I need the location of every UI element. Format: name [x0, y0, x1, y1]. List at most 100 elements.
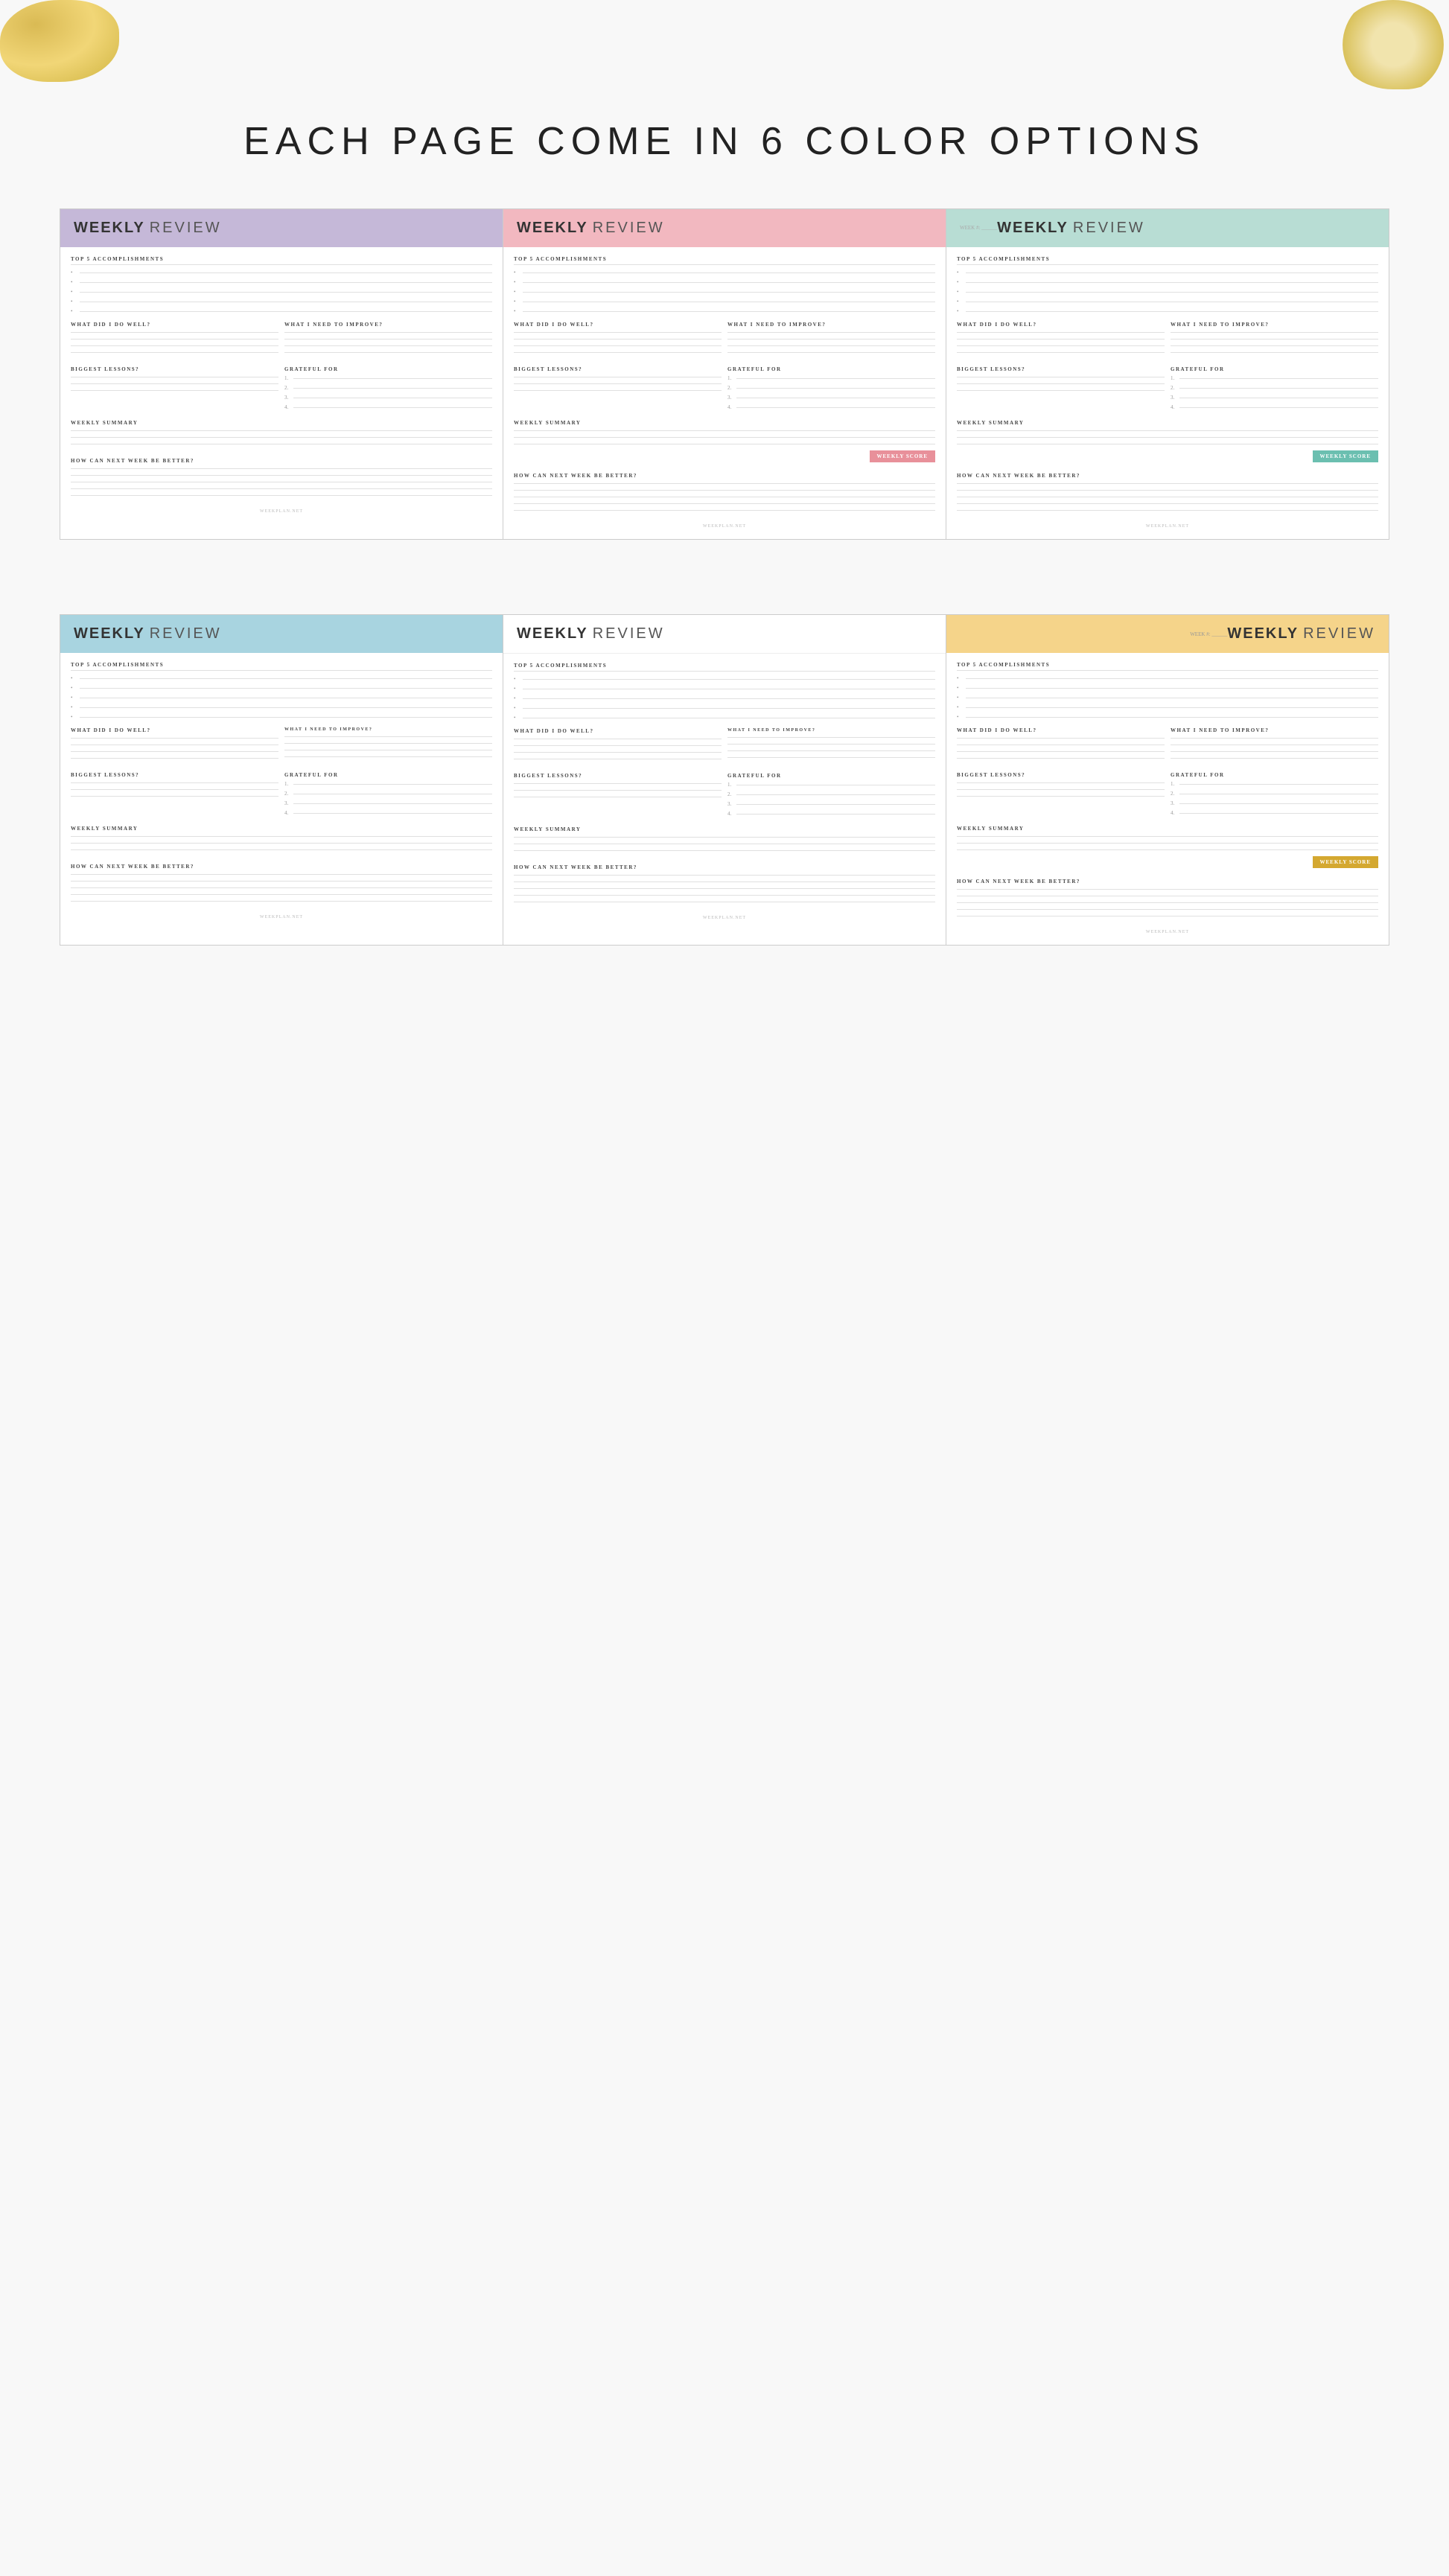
summary-section-blue: Weekly Summary [71, 826, 492, 856]
brand-mint: WEEKPLAN.NET [957, 518, 1378, 533]
lessons-label-yellow: BIGGEST LESSONS? [957, 772, 1165, 778]
top5-label-purple: TOP 5 ACCOMPLISHMENTS [71, 256, 492, 262]
next-week-section-blue: How Can Next Week Be Better? [71, 864, 492, 902]
score-btn-pink: Weekly Score [870, 450, 935, 462]
well-label-pink: WHAT DID I DO WELL? [514, 322, 722, 328]
next-week-section-yellow: How Can Next Week Be Better? [957, 879, 1378, 916]
card-yellow-bold: WEEKLY [1227, 625, 1299, 643]
improve-label-white: WHAT I NEED TO IMPROVE? [727, 728, 935, 733]
page-wrapper: EACH PAGE COME IN 6 COLOR OPTIONS WEEKLY… [0, 0, 1449, 946]
summary-label-blue: Weekly Summary [71, 826, 492, 832]
grateful-label-mint: GRATEFUL FOR [1171, 366, 1378, 372]
card-mint: WEEK #: ______ WEEKLY REVIEW TOP 5 ACCOM… [946, 209, 1389, 539]
card-yellow-body: TOP 5 ACCOMPLISHMENTS • • • • • WHAT DID… [946, 653, 1389, 945]
set1-group: WEEKLY REVIEW TOP 5 ACCOMPLISHMENTS • • … [0, 208, 1449, 540]
brand-blue: WEEKPLAN.NET [71, 909, 492, 924]
card-pink-bold: WEEKLY [517, 220, 588, 237]
grateful-label-purple: GRATEFUL FOR [284, 366, 492, 372]
brand-yellow: WEEKPLAN.NET [957, 924, 1378, 939]
improve-label-pink: WHAT I NEED TO IMPROVE? [727, 322, 935, 328]
card-blue-body: TOP 5 ACCOMPLISHMENTS • • • • • WHAT DID… [60, 653, 503, 930]
week-num-mint: WEEK #: ______ [960, 225, 997, 231]
top5-section-blue: TOP 5 ACCOMPLISHMENTS • • • • • [71, 662, 492, 720]
card-purple-body: TOP 5 ACCOMPLISHMENTS • • • • • WHAT DID… [60, 247, 503, 524]
top5-label-yellow: TOP 5 ACCOMPLISHMENTS [957, 662, 1378, 668]
grateful-label-pink: GRATEFUL FOR [727, 366, 935, 372]
improve-label-purple: WHAT I NEED TO IMPROVE? [284, 322, 492, 328]
lessons-grateful-white: BIGGEST LESSONS? GRATEFUL FOR 1. 2. 3. 4… [514, 773, 935, 820]
improve-label-mint: WHAT I NEED TO IMPROVE? [1171, 322, 1378, 328]
card-purple-header: WEEKLY REVIEW [60, 209, 503, 247]
card-white: WEEKLY REVIEW TOP 5 ACCOMPLISHMENTS • • … [503, 615, 946, 945]
next-week-label-pink: How Can Next Week Be Better? [514, 473, 935, 479]
card-mint-body: TOP 5 ACCOMPLISHMENTS • • • • • WHAT DID… [946, 247, 1389, 539]
top-left-clips [0, 0, 119, 82]
score-btn-yellow: Weekly Score [1313, 856, 1378, 868]
card-white-bold: WEEKLY [517, 625, 588, 643]
well-improve-pink: WHAT DID I DO WELL? WHAT I NEED TO IMPRO… [514, 322, 935, 359]
card-purple-light: REVIEW [150, 220, 222, 237]
brand-white: WEEKPLAN.NET [514, 910, 935, 925]
top5-label-blue: TOP 5 ACCOMPLISHMENTS [71, 662, 492, 668]
summary-label-mint: Weekly Summary [957, 420, 1378, 426]
next-week-label-white: How Can Next Week Be Better? [514, 864, 935, 870]
grateful-label-blue: GRATEFUL FOR [284, 772, 492, 778]
card-pink: WEEKLY REVIEW TOP 5 ACCOMPLISHMENTS • • … [503, 209, 946, 539]
next-week-section-white: How Can Next Week Be Better? [514, 864, 935, 902]
summary-label-purple: Weekly Summary [71, 420, 492, 426]
card-yellow: WEEK #: ______ WEEKLY REVIEW TOP 5 ACCOM… [946, 615, 1389, 945]
lessons-label-purple: BIGGEST LESSONS? [71, 366, 278, 372]
lessons-label-pink: BIGGEST LESSONS? [514, 366, 722, 372]
top5-section-purple: TOP 5 ACCOMPLISHMENTS • • • • • [71, 256, 492, 314]
well-improve-purple: WHAT DID I DO WELL? WHAT I NEED TO IMPRO… [71, 322, 492, 359]
top5-section-pink: TOP 5 ACCOMPLISHMENTS • • • • • [514, 256, 935, 314]
well-improve-mint: WHAT DID I DO WELL? WHAT I NEED TO IMPRO… [957, 322, 1378, 359]
card-blue-header: WEEKLY REVIEW [60, 615, 503, 653]
card-mint-light: REVIEW [1073, 220, 1145, 237]
next-week-label-purple: How Can Next Week Be Better? [71, 458, 492, 464]
card-blue-light: REVIEW [150, 625, 222, 643]
next-week-label-yellow: How Can Next Week Be Better? [957, 879, 1378, 884]
lessons-grateful-yellow: BIGGEST LESSONS? GRATEFUL FOR 1. 2. 3. 4… [957, 772, 1378, 820]
card-pink-header: WEEKLY REVIEW [503, 209, 946, 247]
card-pink-light: REVIEW [593, 220, 665, 237]
summary-section-yellow: Weekly Summary Weekly Score [957, 826, 1378, 871]
summary-label-white: Weekly Summary [514, 826, 935, 832]
well-label-yellow: WHAT DID I DO WELL? [957, 727, 1165, 733]
card-purple: WEEKLY REVIEW TOP 5 ACCOMPLISHMENTS • • … [60, 209, 503, 539]
brand-purple: WEEKPLAN.NET [71, 503, 492, 518]
summary-section-mint: Weekly Summary Weekly Score [957, 420, 1378, 465]
lessons-grateful-pink: BIGGEST LESSONS? GRATEFUL FOR 1. 2. 3. 4… [514, 366, 935, 414]
set2-group: WEEKLY REVIEW TOP 5 ACCOMPLISHMENTS • • … [0, 614, 1449, 946]
top5-section-white: TOP 5 ACCOMPLISHMENTS • • • • • [514, 663, 935, 721]
improve-label-blue: WHAT I NEED TO IMPROVE? [284, 727, 492, 732]
summary-section-purple: Weekly Summary [71, 420, 492, 450]
score-btn-mint: Weekly Score [1313, 450, 1378, 462]
card-purple-bold: WEEKLY [74, 220, 145, 237]
well-label-white: WHAT DID I DO WELL? [514, 728, 722, 734]
well-improve-white: WHAT DID I DO WELL? WHAT I NEED TO IMPRO… [514, 728, 935, 765]
next-week-label-blue: How Can Next Week Be Better? [71, 864, 492, 870]
lessons-grateful-blue: BIGGEST LESSONS? GRATEFUL FOR 1. 2. 3. 4… [71, 772, 492, 820]
card-blue: WEEKLY REVIEW TOP 5 ACCOMPLISHMENTS • • … [60, 615, 503, 945]
summary-label-yellow: Weekly Summary [957, 826, 1378, 832]
top-right-clock [1337, 0, 1449, 89]
card-blue-bold: WEEKLY [74, 625, 145, 643]
top-decoration [0, 0, 1449, 89]
card-white-light: REVIEW [593, 625, 665, 643]
grateful-label-yellow: GRATEFUL FOR [1171, 772, 1378, 778]
summary-section-pink: Weekly Summary Weekly Score [514, 420, 935, 465]
next-week-section-purple: How Can Next Week Be Better? [71, 458, 492, 496]
next-week-section-pink: How Can Next Week Be Better? [514, 473, 935, 511]
top5-label-mint: TOP 5 ACCOMPLISHMENTS [957, 256, 1378, 262]
lessons-label-mint: BIGGEST LESSONS? [957, 366, 1165, 372]
improve-label-yellow: WHAT I NEED TO IMPROVE? [1171, 727, 1378, 733]
well-label-purple: WHAT DID I DO WELL? [71, 322, 278, 328]
card-white-body: TOP 5 ACCOMPLISHMENTS • • • • • WHAT DID… [503, 654, 946, 931]
top5-section-mint: TOP 5 ACCOMPLISHMENTS • • • • • [957, 256, 1378, 314]
lessons-label-blue: BIGGEST LESSONS? [71, 772, 278, 778]
card-white-header: WEEKLY REVIEW [503, 615, 946, 654]
card-yellow-header: WEEK #: ______ WEEKLY REVIEW [946, 615, 1389, 653]
grateful-label-white: GRATEFUL FOR [727, 773, 935, 779]
lessons-grateful-purple: BIGGEST LESSONS? GRATEFUL FOR 1. 2. 3. 4… [71, 366, 492, 414]
